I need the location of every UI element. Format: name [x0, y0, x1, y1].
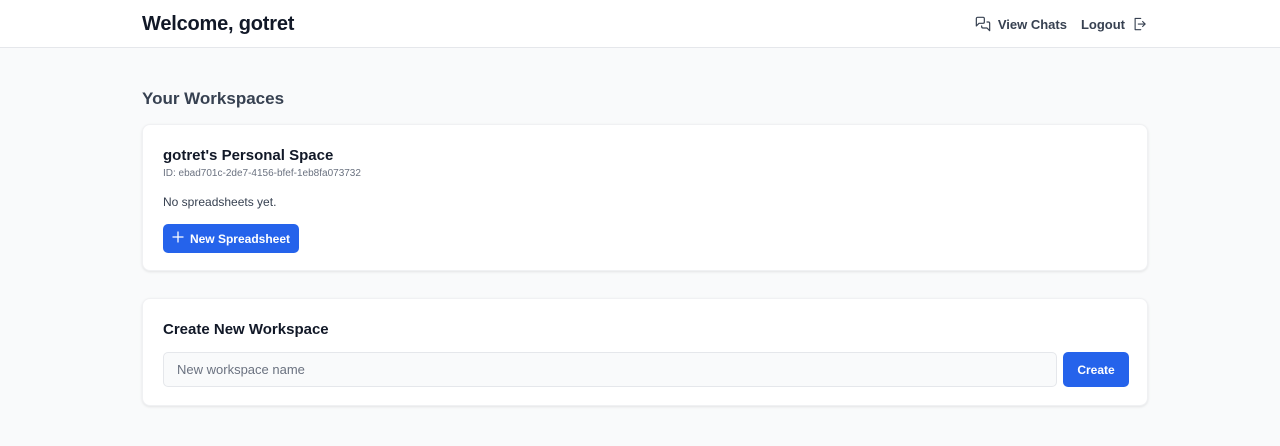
logout-icon — [1132, 16, 1147, 32]
top-bar: Welcome, gotret View Chats Logout — [0, 0, 1280, 48]
empty-spreadsheets-message: No spreadsheets yet. — [163, 195, 277, 209]
workspaces-section-title: Your Workspaces — [142, 89, 285, 108]
new-spreadsheet-label: New Spreadsheet — [189, 231, 291, 246]
create-workspace-title: Create New Workspace — [163, 321, 329, 338]
create-workspace-button[interactable]: Create — [1063, 352, 1129, 387]
top-bar-inner: Welcome, gotret View Chats Logout — [142, 0, 1147, 48]
view-chats-label: View Chats — [997, 16, 1067, 32]
workspace-id: ID: ebad701c-2de7-4156-bfef-1eb8fa073732 — [163, 168, 361, 179]
create-workspace-card: Create New Workspace Create — [142, 298, 1148, 406]
plus-icon — [172, 231, 184, 246]
welcome-heading: Welcome, gotret — [142, 12, 295, 35]
workspace-name-input[interactable] — [163, 352, 1057, 387]
logout-link[interactable]: Logout — [1081, 16, 1147, 32]
view-chats-link[interactable]: View Chats — [975, 16, 1067, 32]
workspace-name: gotret's Personal Space — [163, 147, 334, 164]
logout-label: Logout — [1080, 16, 1125, 32]
chat-bubbles-icon — [975, 16, 991, 32]
top-nav: View Chats Logout — [975, 16, 1147, 32]
new-spreadsheet-button[interactable]: New Spreadsheet — [163, 224, 299, 253]
workspace-card: gotret's Personal Space ID: ebad701c-2de… — [142, 124, 1148, 271]
